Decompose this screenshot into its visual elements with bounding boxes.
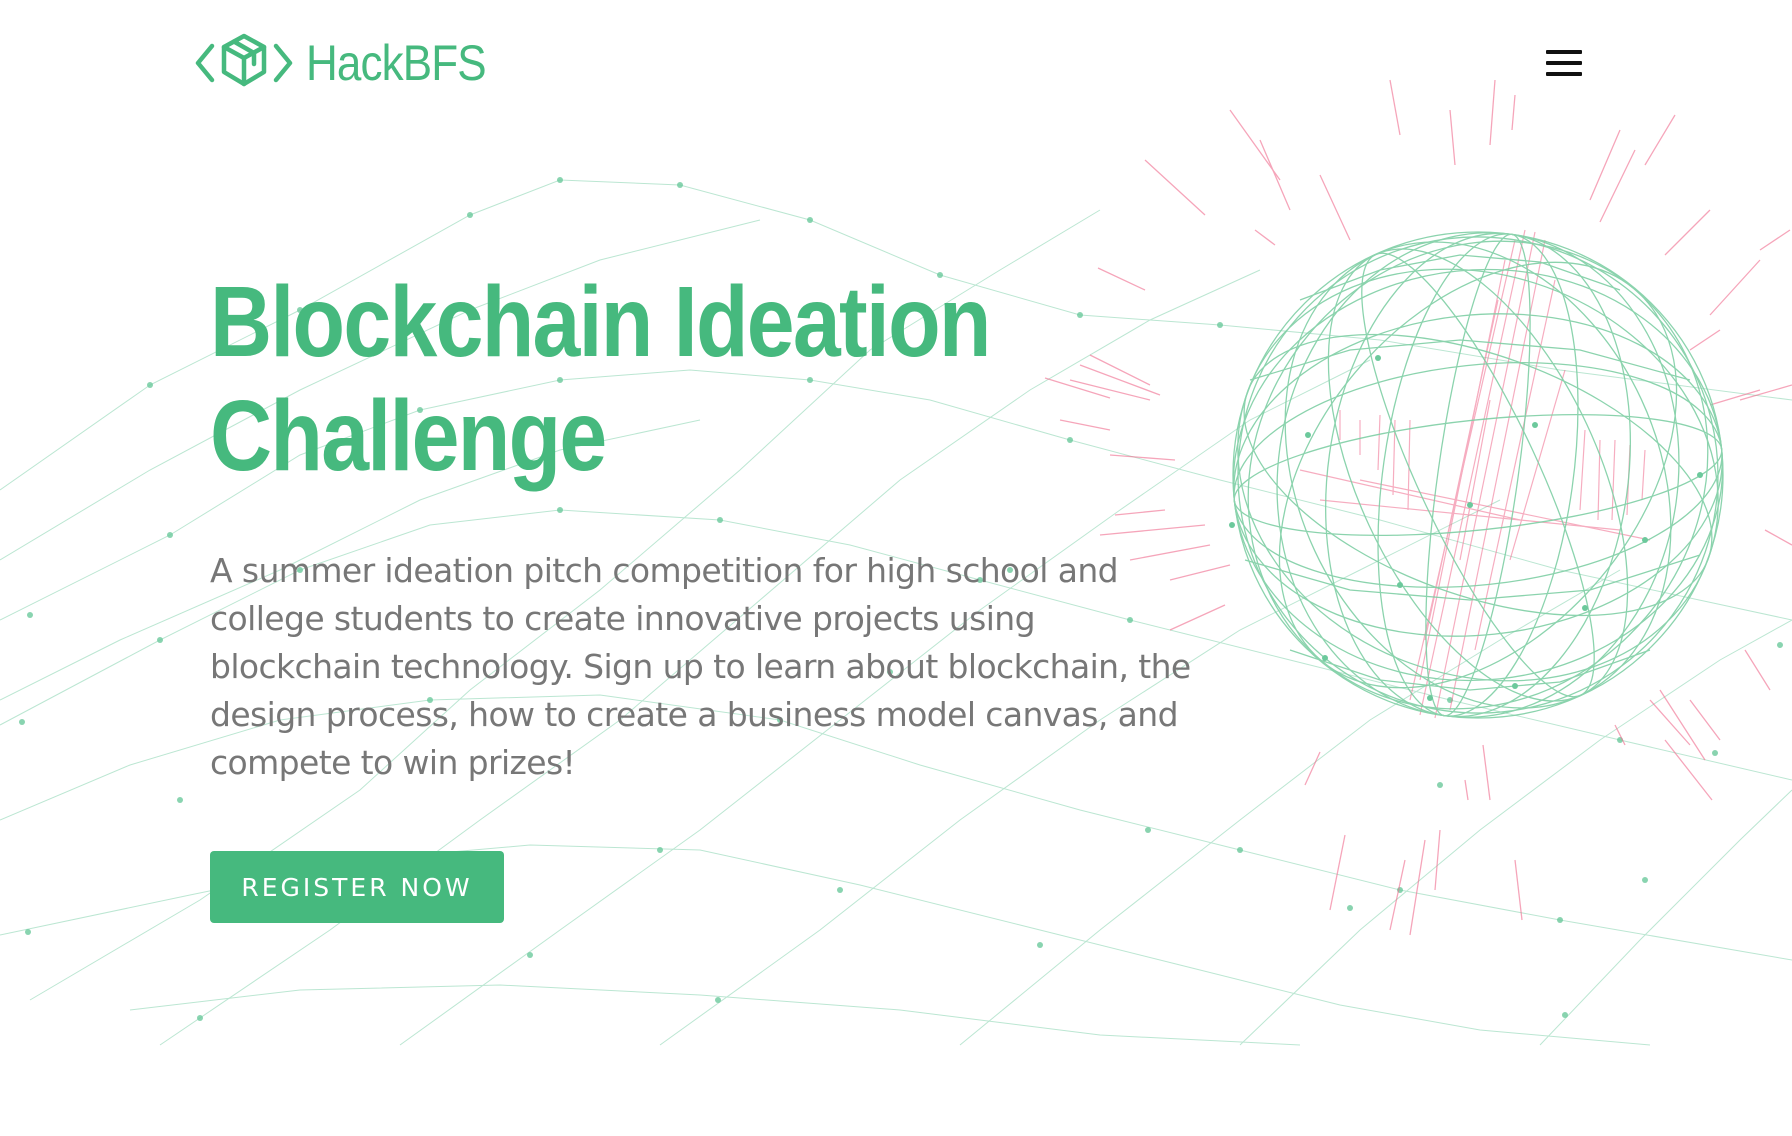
hero-title: Blockchain Ideation Challenge	[210, 265, 1156, 493]
wireframe-globe	[1232, 231, 1724, 719]
menu-bar-icon	[1546, 72, 1582, 76]
hamburger-menu-button[interactable]	[1543, 50, 1583, 80]
hero-title-line-1: Blockchain Ideation	[210, 266, 991, 378]
hero-section: Blockchain Ideation Challenge A summer i…	[210, 265, 1210, 923]
menu-bar-icon	[1546, 61, 1582, 65]
hero-title-line-2: Challenge	[210, 380, 607, 492]
menu-bar-icon	[1546, 50, 1582, 54]
site-header: HackBFS	[0, 0, 1792, 120]
register-now-button[interactable]: REGISTER NOW	[210, 851, 504, 923]
brand-logo-link[interactable]: HackBFS	[194, 30, 510, 96]
brand-name: HackBFS	[306, 35, 487, 91]
cube-code-brackets-icon	[195, 33, 293, 87]
hero-description: A summer ideation pitch competition for …	[210, 551, 1191, 782]
